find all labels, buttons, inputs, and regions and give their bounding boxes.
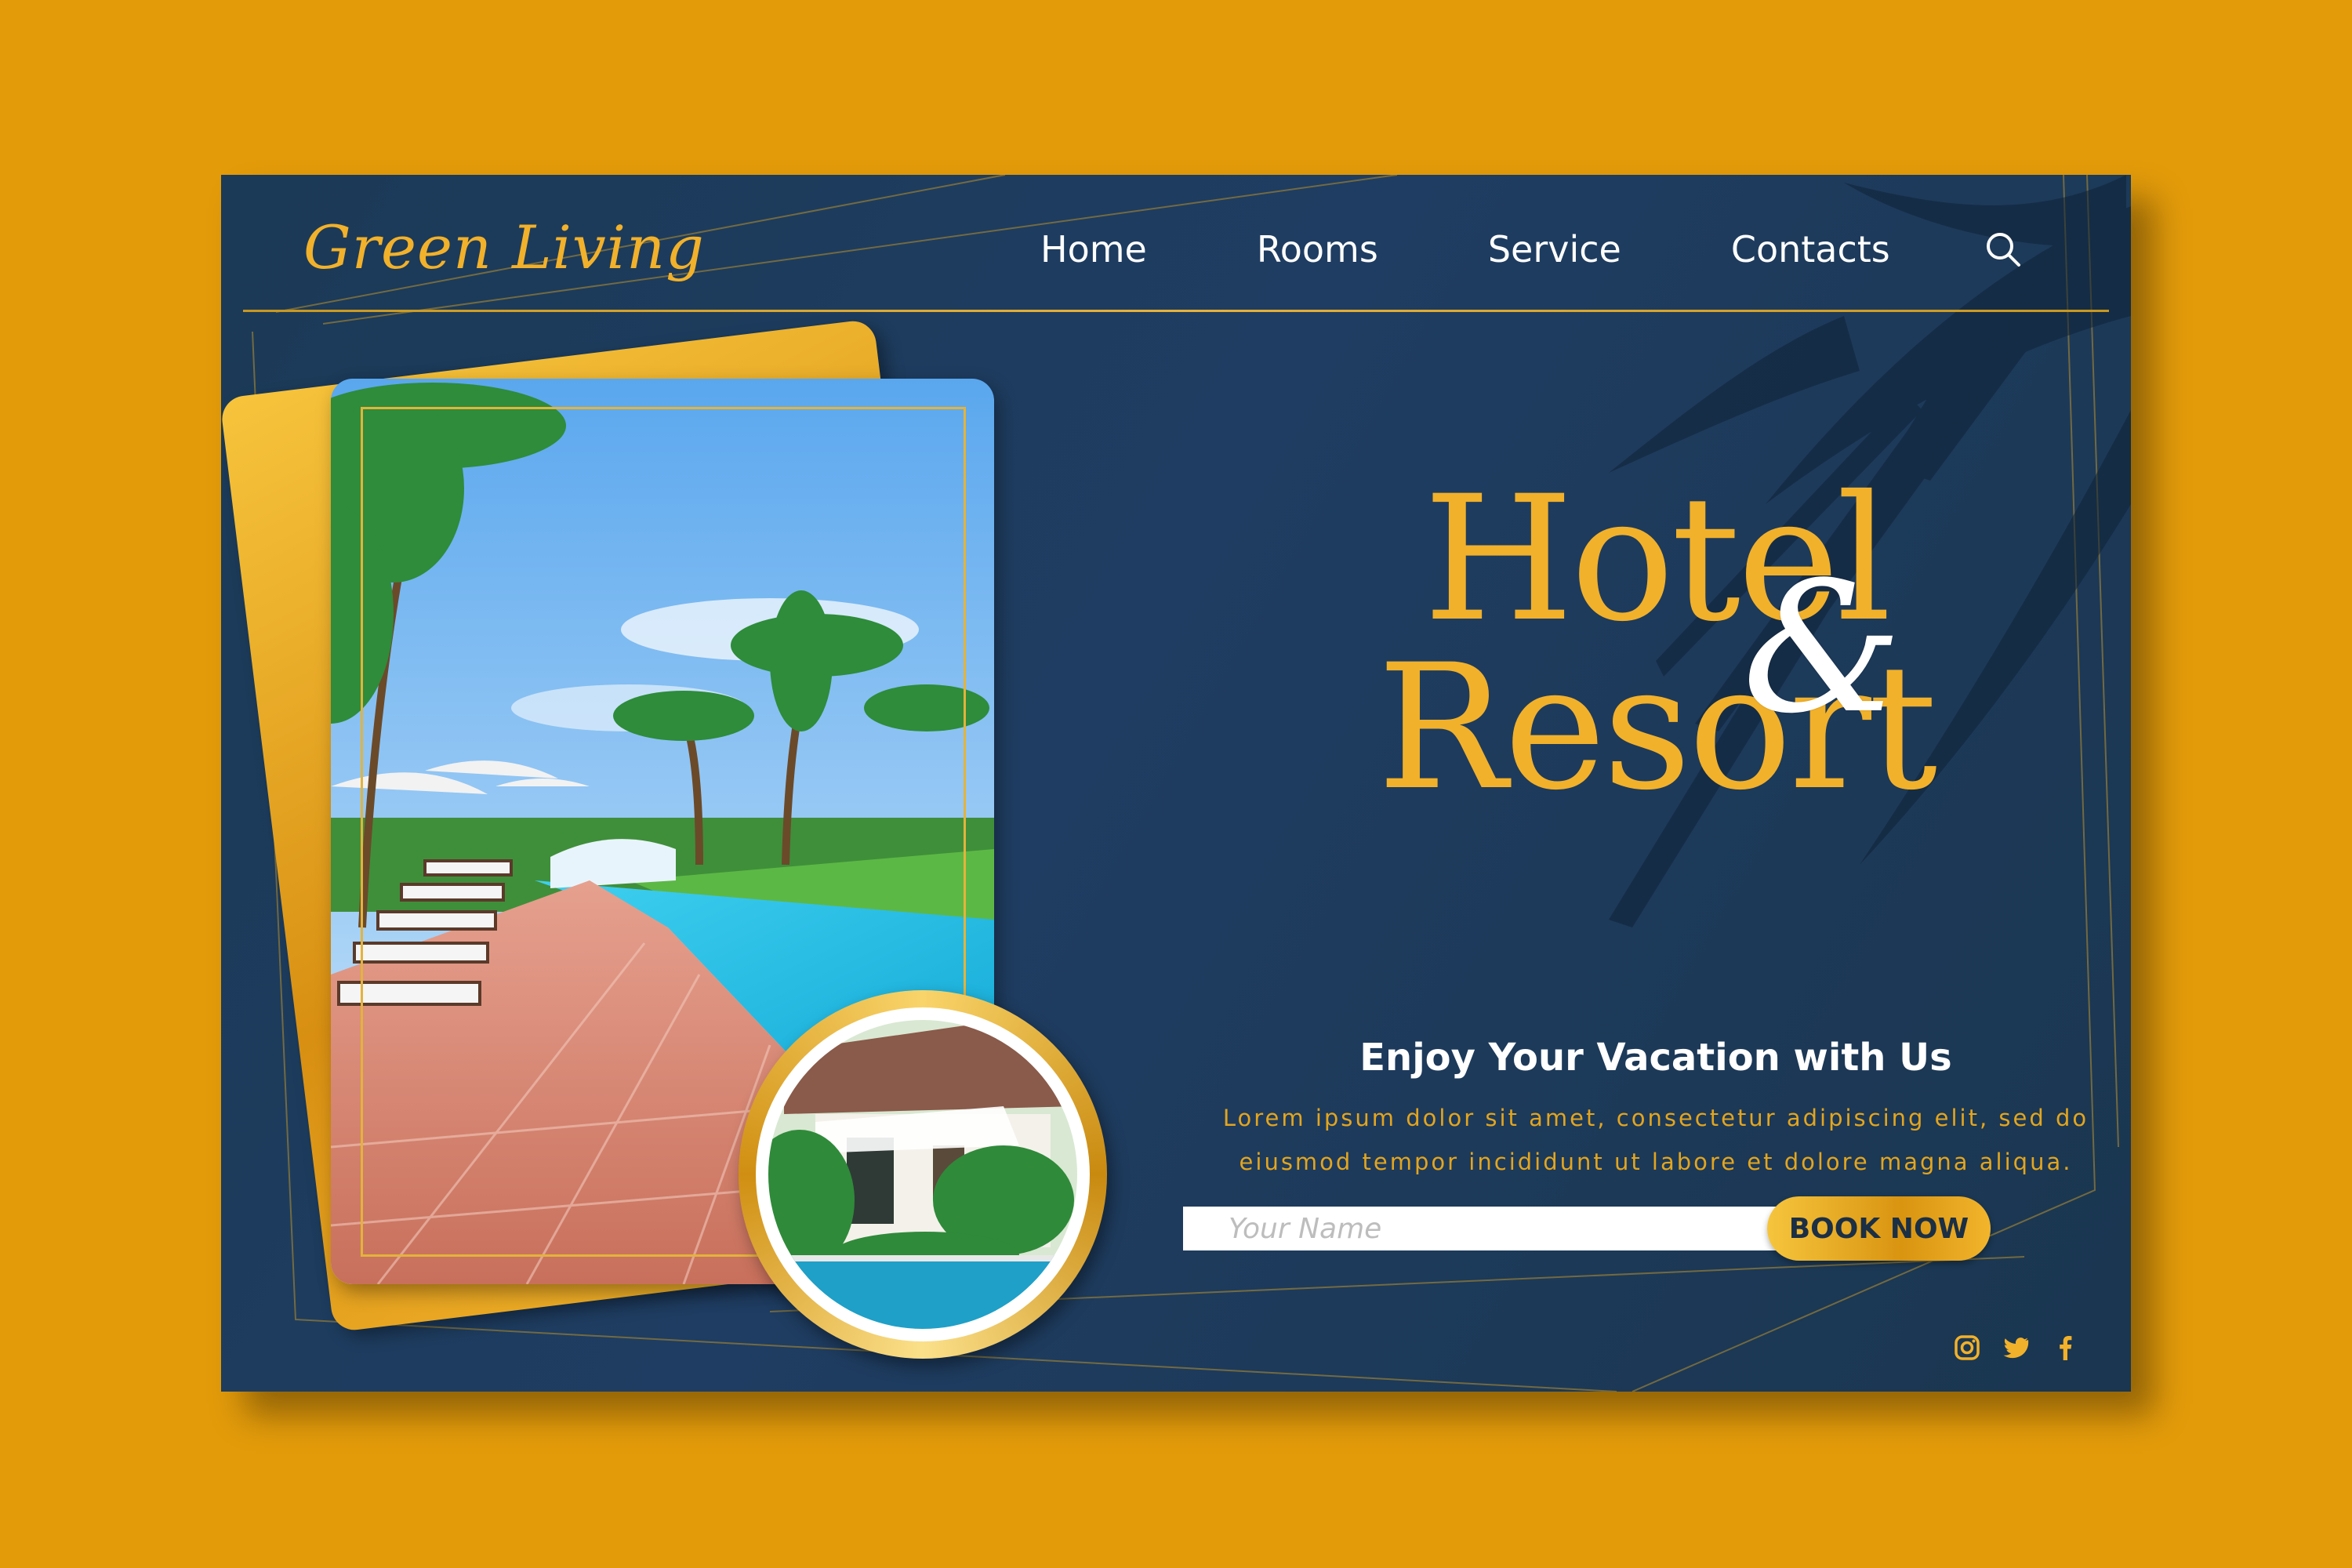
header-divider [243,310,2109,312]
twitter-icon[interactable] [2002,1334,2031,1362]
nav-rooms[interactable]: Rooms [1257,228,1378,270]
search-icon[interactable] [1984,230,2023,269]
nav-service[interactable]: Service [1488,228,1621,270]
hero-title-line2: Resort [1377,627,1938,828]
book-now-button[interactable]: BOOK NOW [1767,1196,1991,1261]
instagram-icon[interactable] [1953,1334,1981,1362]
name-input[interactable] [1183,1207,1795,1250]
landing-card: Green Living Home Rooms Service Contacts [221,175,2131,1392]
description: Lorem ipsum dolor sit amet, consectetur … [1166,1096,2131,1184]
description-line-2: eiusmod tempor incididunt ut labore et d… [1239,1149,2073,1175]
main-nav: Home Rooms Service Contacts [1040,228,2000,270]
nav-home[interactable]: Home [1040,228,1147,270]
nav-contacts[interactable]: Contacts [1731,228,1890,270]
villa-photo [768,1020,1077,1329]
villa-illustration [768,1020,1077,1329]
hero-title-line1: Hotel [1423,459,1891,659]
logo[interactable]: Green Living [303,212,705,282]
description-line-1: Lorem ipsum dolor sit amet, consectetur … [1222,1105,2089,1131]
hero-ampersand: & [1742,544,1903,753]
tagline: Enjoy Your Vacation with Us [1359,1036,1952,1080]
facebook-icon[interactable] [2052,1334,2080,1362]
